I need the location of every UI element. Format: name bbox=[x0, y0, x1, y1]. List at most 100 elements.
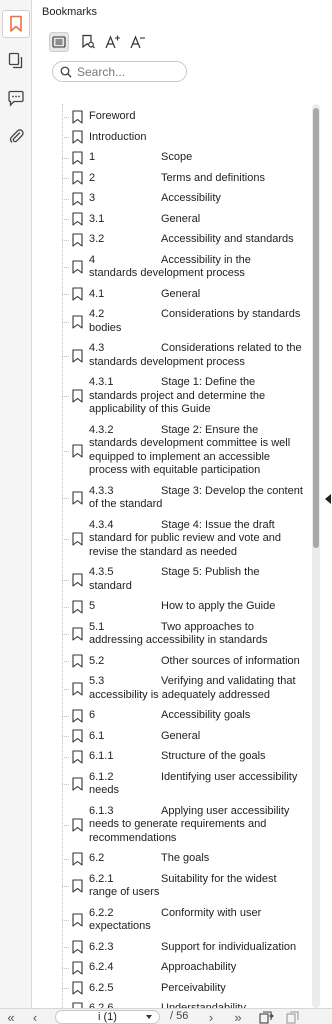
bookmark-search-button[interactable] bbox=[78, 32, 98, 52]
bookmark-icon bbox=[72, 260, 83, 274]
bookmark-title-continuation: equipped to implement an accessible bbox=[89, 450, 271, 463]
pages-tab[interactable] bbox=[2, 47, 30, 75]
bookmark-item[interactable]: 4.3.5 Stage 5: Publish the standard bbox=[32, 566, 310, 593]
bookmark-item[interactable]: 5.2 Other sources of information bbox=[32, 655, 310, 669]
bookmarks-tab[interactable] bbox=[2, 10, 30, 38]
bookmark-text: 6.2.2 Conformity with user expectations bbox=[89, 907, 310, 934]
bookmark-item[interactable]: 3.1 General bbox=[32, 213, 310, 227]
bookmark-title: Verifying and validating that bbox=[161, 675, 296, 687]
tree-connector bbox=[62, 538, 69, 540]
bookmark-item[interactable]: 6 Accessibility goals bbox=[32, 709, 310, 723]
next-page-button[interactable]: › bbox=[204, 1010, 218, 1024]
bookmark-item[interactable]: 6.2.3 Support for individualization bbox=[32, 941, 310, 955]
decrease-font-button[interactable] bbox=[128, 32, 148, 52]
bookmark-number: 6.1.3 bbox=[89, 804, 114, 817]
bookmark-number: 5.3 bbox=[89, 675, 105, 687]
bookmark-text: 6.1.2 Identifying user accessibility needs bbox=[89, 771, 310, 798]
bookmark-item[interactable]: 3.2 Accessibility and standards bbox=[32, 233, 310, 247]
pages-icon bbox=[8, 52, 23, 69]
bookmark-item[interactable]: 6.2.4 Approachability bbox=[32, 961, 310, 975]
bookmark-item[interactable]: Foreword bbox=[32, 110, 310, 124]
bookmark-title-continuation: accessibility is adequately addressed bbox=[89, 688, 270, 701]
bookmark-item[interactable]: 6.1.3 Applying user accessibility needs to… bbox=[32, 805, 310, 846]
bookmark-title: The goals bbox=[161, 852, 210, 864]
bookmark-icon bbox=[72, 681, 83, 696]
tree-connector bbox=[62, 606, 69, 608]
outline-view-button[interactable] bbox=[49, 32, 69, 52]
first-page-button[interactable]: « bbox=[4, 1010, 18, 1024]
bookmark-item[interactable]: 5.3 Verifying and validating that accessib… bbox=[32, 675, 310, 702]
bookmark-item[interactable]: 6.2.1 Suitability for the widest range of … bbox=[32, 873, 310, 900]
bookmark-text: 4.3.5 Stage 5: Publish the standard bbox=[89, 566, 310, 593]
increase-font-icon bbox=[105, 35, 120, 49]
bookmark-icon bbox=[72, 654, 83, 668]
bookmark-title-continuation: standard for public review and vote and bbox=[89, 532, 282, 544]
bookmark-number: 3.2 bbox=[89, 233, 105, 245]
tree-connector bbox=[62, 178, 69, 180]
search-input[interactable] bbox=[77, 64, 177, 79]
increase-font-button[interactable] bbox=[103, 32, 123, 52]
bookmark-number: 6.2.1 bbox=[89, 872, 114, 885]
bookmark-text: Introduction bbox=[89, 131, 310, 145]
tree-connector bbox=[62, 498, 69, 499]
previous-page-button[interactable]: ‹ bbox=[28, 1010, 42, 1024]
bookmark-text: 4.3 Considerations related to the standard… bbox=[89, 342, 310, 369]
bookmark-item[interactable]: 3 Accessibility bbox=[32, 192, 310, 206]
bookmark-title: Stage 1: Define the bbox=[161, 376, 256, 388]
bookmark-number: 6.1 bbox=[89, 729, 105, 742]
collapse-panel-arrow-icon[interactable] bbox=[325, 494, 331, 504]
left-rail bbox=[0, 0, 32, 1008]
attachments-icon bbox=[9, 129, 24, 143]
bookmark-search-icon bbox=[82, 34, 95, 49]
tree-connector bbox=[62, 267, 69, 268]
bookmark-item[interactable]: Introduction bbox=[32, 131, 310, 145]
bookmark-search-box[interactable] bbox=[52, 61, 187, 82]
bookmark-title-continuation: standard bbox=[89, 579, 132, 592]
tree-connector bbox=[62, 715, 69, 717]
last-page-button[interactable]: » bbox=[230, 1010, 246, 1024]
bookmark-item[interactable]: 6.2 The goals bbox=[32, 852, 310, 866]
bookmark-icon bbox=[72, 532, 83, 546]
bookmark-icon bbox=[72, 750, 83, 764]
bookmark-title: How to apply the Guide bbox=[161, 600, 276, 612]
bookmark-item[interactable]: 6.1.1 Structure of the goals bbox=[32, 750, 310, 764]
bookmark-number: 6.1.1 bbox=[89, 750, 114, 762]
bookmark-item[interactable]: 6.2.5 Perceivability bbox=[32, 982, 310, 996]
bookmark-item[interactable]: 2 Terms and definitions bbox=[32, 172, 310, 186]
bookmark-item[interactable]: 4.3.4 Stage 4: Issue the draft standard fo… bbox=[32, 519, 310, 560]
tree-connector bbox=[62, 450, 69, 452]
bookmark-item[interactable]: 4.3.1 Stage 1: Define the standards projec… bbox=[32, 376, 310, 417]
bookmark-item[interactable]: 4 Accessibility in the standards developme… bbox=[32, 254, 310, 281]
bookmark-item[interactable]: 6.2.2 Conformity with user expectations bbox=[32, 907, 310, 934]
bookmark-number: 5.2 bbox=[89, 654, 105, 667]
bookmark-item[interactable]: 4.3.2 Stage 2: Ensure the standards develo… bbox=[32, 424, 310, 478]
page-number-select[interactable]: i (1) bbox=[55, 1010, 160, 1024]
bookmark-title: Considerations related to the bbox=[161, 342, 302, 354]
bookmark-icon bbox=[72, 389, 83, 403]
page-view-button[interactable] bbox=[258, 1010, 276, 1024]
bookmark-item[interactable]: 6.1 General bbox=[32, 730, 310, 744]
bookmark-text: 6.1.3 Applying user accessibility needs to… bbox=[89, 805, 310, 846]
bookmark-item[interactable]: 4.1 General bbox=[32, 288, 310, 302]
bookmark-item[interactable]: 4.3.3 Stage 3: Develop the content of the … bbox=[32, 485, 310, 512]
two-page-view-button[interactable] bbox=[285, 1010, 303, 1024]
scrollbar-thumb[interactable] bbox=[313, 108, 319, 548]
bookmark-item[interactable]: 6.1.2 Identifying user accessibility needs bbox=[32, 771, 310, 798]
bookmark-title: General bbox=[161, 212, 201, 225]
bookmark-title: Suitability for the widest bbox=[161, 872, 277, 885]
comments-tab[interactable] bbox=[2, 84, 30, 112]
bookmark-number: 4.3.3 bbox=[89, 484, 114, 497]
bookmark-item[interactable]: 4.2 Considerations by standards bodies bbox=[32, 308, 310, 335]
bookmark-item[interactable]: 4.3 Considerations related to the standard… bbox=[32, 342, 310, 369]
bookmark-text: Foreword bbox=[89, 110, 310, 124]
bookmark-text: 4.2 Considerations by standards bodies bbox=[89, 308, 310, 335]
tree-connector bbox=[62, 137, 69, 139]
vertical-scrollbar[interactable] bbox=[312, 104, 320, 1008]
bookmark-item[interactable]: 5.1 Two approaches to addressing accessibi… bbox=[32, 621, 310, 648]
bookmark-item[interactable]: 1 Scope bbox=[32, 151, 310, 165]
attachments-tab[interactable] bbox=[2, 122, 30, 150]
bookmark-title-continuation: standards development process bbox=[89, 267, 245, 279]
bookmark-text: 5.2 Other sources of information bbox=[89, 655, 310, 669]
bookmark-number: 5 bbox=[89, 600, 96, 612]
bookmark-item[interactable]: 5 How to apply the Guide bbox=[32, 600, 310, 614]
